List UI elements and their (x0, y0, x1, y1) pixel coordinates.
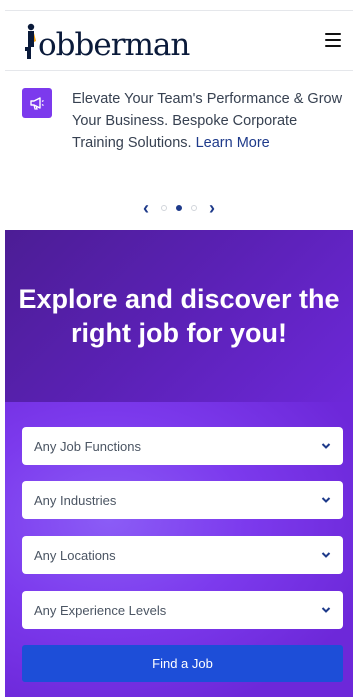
experience-levels-select[interactable]: Any Experience Levels (22, 591, 343, 629)
industries-select[interactable]: Any Industries (22, 481, 343, 519)
logo-wordmark: obberman (38, 27, 190, 63)
announcement-banner: Elevate Your Team's Performance & Grow Y… (5, 80, 353, 190)
select-label: Any Locations (34, 547, 116, 563)
select-label: Any Industries (34, 492, 117, 508)
chevron-down-icon (321, 607, 331, 613)
header-divider (5, 70, 353, 71)
find-job-button[interactable]: Find a Job (22, 645, 343, 682)
carousel-dot-1[interactable] (161, 205, 167, 211)
hero-title: Explore and discover the right job for y… (18, 284, 340, 348)
chevron-down-icon (321, 443, 331, 449)
site-header: obberman (5, 10, 353, 68)
select-label: Any Experience Levels (34, 602, 167, 618)
chevron-left-icon[interactable]: ‹ (140, 199, 152, 217)
chevron-down-icon (321, 497, 331, 503)
carousel-dot-2[interactable] (176, 205, 182, 211)
chevron-right-icon[interactable]: › (206, 199, 218, 217)
megaphone-icon (22, 88, 52, 118)
locations-select[interactable]: Any Locations (22, 536, 343, 574)
chevron-down-icon (321, 552, 331, 558)
hamburger-icon[interactable] (325, 33, 341, 47)
job-search-hero: Explore and discover the right job for y… (5, 230, 353, 697)
job-functions-select[interactable]: Any Job Functions (22, 427, 343, 465)
learn-more-link[interactable]: Learn More (196, 135, 270, 151)
jobberman-logo[interactable]: obberman (23, 17, 190, 63)
carousel-controls: ‹ › (5, 199, 353, 217)
carousel-dot-3[interactable] (191, 205, 197, 211)
logo-figure-icon (25, 23, 36, 59)
announcement-text: Elevate Your Team's Performance & Grow Y… (72, 88, 348, 154)
select-label: Any Job Functions (34, 438, 141, 454)
